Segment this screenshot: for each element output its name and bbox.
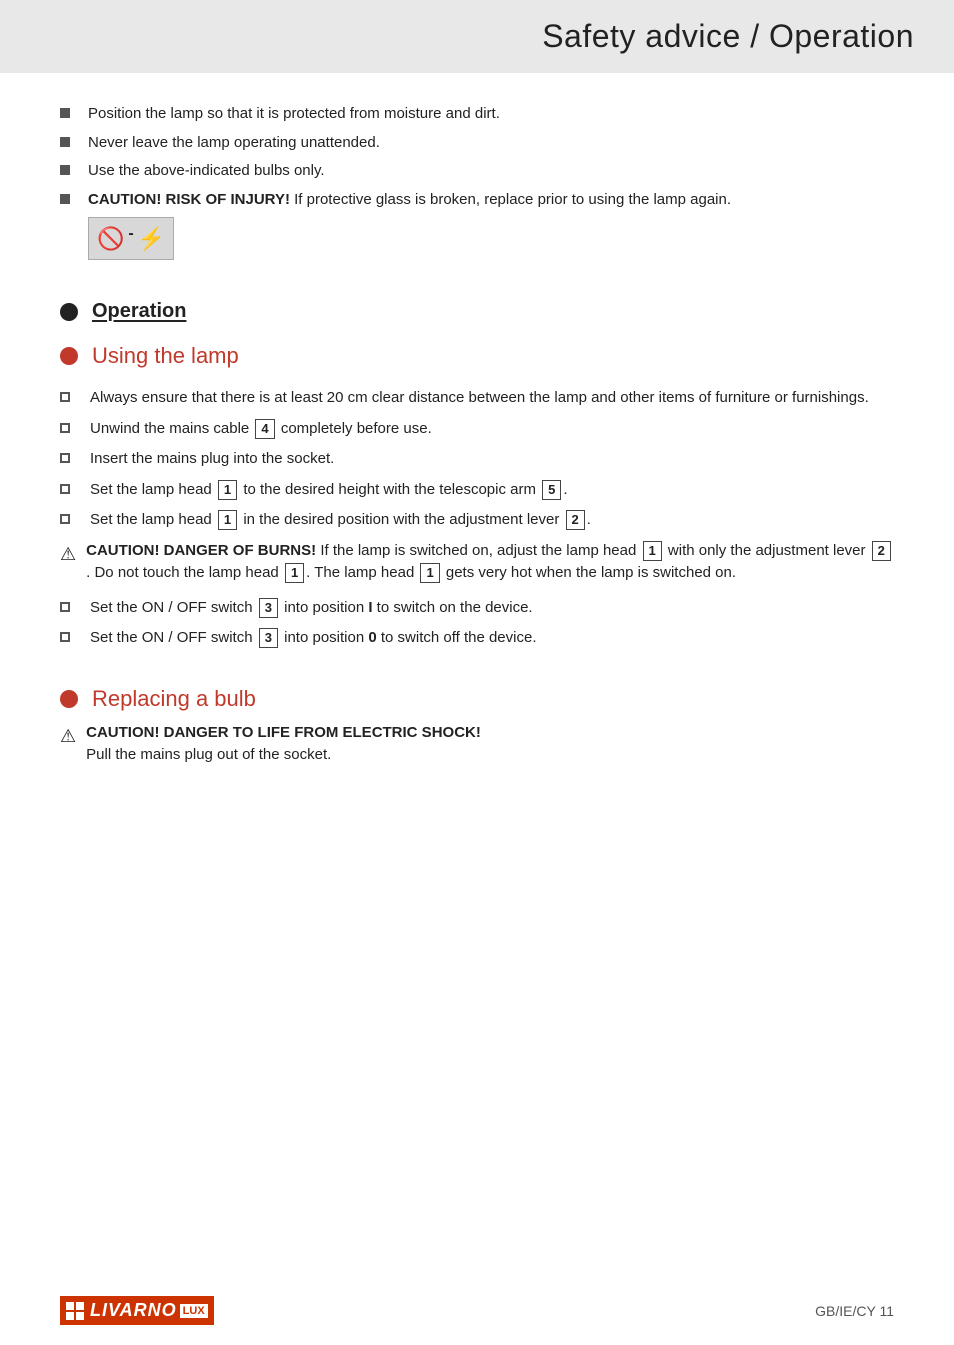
square-bullet	[60, 453, 70, 463]
caution-burns-block: ⚠ CAUTION! DANGER OF BURNS! If the lamp …	[60, 540, 894, 585]
caution-image-box: 🚫 - ⚡	[88, 217, 174, 260]
operation-heading: Operation	[92, 300, 186, 323]
num-box-3a: 3	[259, 598, 278, 618]
caution-burns-text: CAUTION! DANGER OF BURNS! If the lamp is…	[86, 540, 894, 585]
num-box-1e: 1	[420, 563, 439, 583]
list-item: Insert the mains plug into the socket.	[60, 448, 894, 471]
list-item: Unwind the mains cable 4 completely befo…	[60, 418, 894, 441]
bullet-icon	[60, 165, 70, 175]
caution-risk-item: CAUTION! RISK OF INJURY! If protective g…	[60, 189, 894, 261]
caution-icons: 🚫 - ⚡	[97, 222, 165, 255]
safety-bullet-list: Position the lamp so that it is protecte…	[60, 103, 894, 260]
bullet-icon	[60, 137, 70, 147]
switch-list: Set the ON / OFF switch 3 into position …	[60, 597, 894, 650]
num-box-3b: 3	[259, 628, 278, 648]
num-box-1a: 1	[218, 480, 237, 500]
no-uv-icon: 🚫	[97, 222, 124, 255]
separator: -	[128, 222, 133, 255]
replacing-dot	[60, 690, 78, 708]
logo-grid	[66, 1302, 84, 1320]
logo: LIVARNO LUX	[60, 1296, 214, 1325]
logo-grid-cell	[66, 1312, 74, 1320]
square-bullet	[60, 423, 70, 433]
using-lamp-heading: Using the lamp	[92, 343, 239, 369]
operation-heading-container: Operation	[60, 300, 894, 323]
bullet-icon	[60, 108, 70, 118]
page: Safety advice / Operation Position the l…	[0, 0, 954, 1345]
warning-icon-small: ⚡	[138, 222, 165, 255]
logo-suffix-text: LUX	[180, 1304, 208, 1318]
page-number: GB/IE/CY 11	[815, 1303, 894, 1319]
list-item-switch-off: Set the ON / OFF switch 3 into position …	[60, 627, 894, 650]
logo-grid-cell	[66, 1302, 74, 1310]
caution-electric-block: ⚠ CAUTION! DANGER TO LIFE FROM ELECTRIC …	[60, 722, 894, 767]
list-item: Position the lamp so that it is protecte…	[60, 103, 894, 126]
footer: LIVARNO LUX GB/IE/CY 11	[0, 1296, 954, 1325]
num-box-2a: 2	[566, 510, 585, 530]
list-item: Set the lamp head 1 in the desired posit…	[60, 509, 894, 532]
num-box-1d: 1	[285, 563, 304, 583]
replacing-bulb-heading: Replacing a bulb	[92, 686, 256, 712]
list-item: Always ensure that there is at least 20 …	[60, 387, 894, 410]
logo-grid-cell	[76, 1302, 84, 1310]
square-bullet	[60, 602, 70, 612]
logo-grid-cell	[76, 1312, 84, 1320]
num-box-4: 4	[255, 419, 274, 439]
num-box-1c: 1	[643, 541, 662, 561]
main-content: Position the lamp so that it is protecte…	[0, 73, 954, 809]
using-lamp-heading-container: Using the lamp	[60, 343, 894, 369]
page-title: Safety advice / Operation	[40, 18, 914, 55]
logo-brand-text: LIVARNO	[90, 1300, 177, 1321]
header: Safety advice / Operation	[0, 0, 954, 73]
square-bullet	[60, 392, 70, 402]
list-item: Never leave the lamp operating unattende…	[60, 132, 894, 155]
operation-list: Always ensure that there is at least 20 …	[60, 387, 894, 532]
num-box-1b: 1	[218, 510, 237, 530]
warning-triangle-icon: ⚠	[60, 541, 76, 568]
list-item: Use the above-indicated bulbs only.	[60, 160, 894, 183]
sub-section-dot	[60, 347, 78, 365]
section-dot	[60, 303, 78, 321]
warning-triangle-icon-2: ⚠	[60, 723, 76, 750]
num-box-5: 5	[542, 480, 561, 500]
square-bullet	[60, 514, 70, 524]
caution-electric-text: CAUTION! DANGER TO LIFE FROM ELECTRIC SH…	[86, 722, 894, 767]
list-item-switch-on: Set the ON / OFF switch 3 into position …	[60, 597, 894, 620]
bullet-icon	[60, 194, 70, 204]
list-item: Set the lamp head 1 to the desired heigh…	[60, 479, 894, 502]
replacing-bulb-heading-container: Replacing a bulb	[60, 686, 894, 712]
caution-risk-text: CAUTION! RISK OF INJURY! If protective g…	[88, 189, 731, 261]
num-box-2b: 2	[872, 541, 891, 561]
square-bullet	[60, 632, 70, 642]
square-bullet	[60, 484, 70, 494]
